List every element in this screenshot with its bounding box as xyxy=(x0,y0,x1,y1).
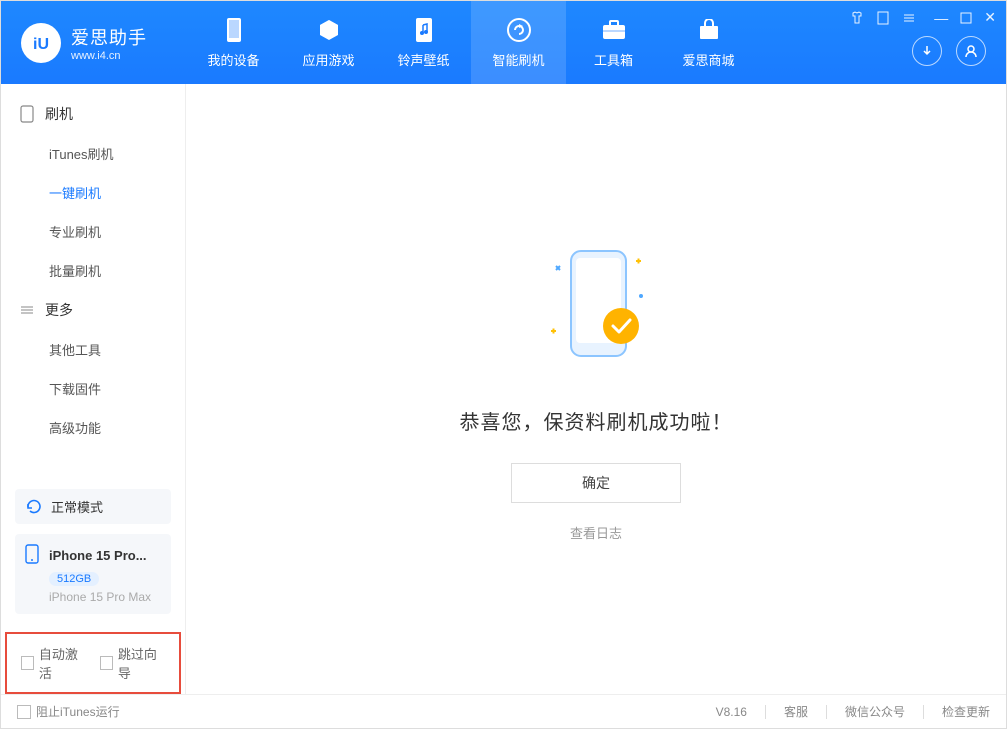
nav-label: 工具箱 xyxy=(594,50,633,69)
more-icon xyxy=(19,302,35,318)
minimize-icon[interactable]: — xyxy=(934,10,948,26)
window-controls: — ✕ xyxy=(850,9,996,26)
checkbox-block-itunes[interactable]: 阻止iTunes运行 xyxy=(17,703,120,720)
cb-label: 阻止iTunes运行 xyxy=(36,703,120,720)
sidebar: 刷机 iTunes刷机 一键刷机 专业刷机 批量刷机 更多 其他工具 下载固件 … xyxy=(1,84,186,694)
download-button[interactable] xyxy=(912,36,942,66)
close-icon[interactable]: ✕ xyxy=(984,9,996,26)
nav-tab-apps[interactable]: 应用游戏 xyxy=(281,1,376,84)
device-block: 正常模式 iPhone 15 Pro... 512GB iPhone 15 Pr… xyxy=(1,479,185,624)
svg-text:iU: iU xyxy=(33,36,49,53)
phone-icon xyxy=(25,544,41,566)
device-card[interactable]: iPhone 15 Pro... 512GB iPhone 15 Pro Max xyxy=(15,534,171,614)
cb-label: 自动激活 xyxy=(39,644,86,682)
header-actions xyxy=(912,36,986,66)
app-header: iU 爱思助手 www.i4.cn 我的设备 应用游戏 铃声壁纸 智能刷机 工具… xyxy=(1,1,1006,84)
flash-options-row: 自动激活 跳过向导 xyxy=(5,632,181,694)
nav-label: 我的设备 xyxy=(207,50,259,69)
music-icon xyxy=(410,16,438,44)
refresh-shield-icon xyxy=(505,16,533,44)
cube-icon xyxy=(315,16,343,44)
storage-badge: 512GB xyxy=(49,572,99,586)
cb-label: 跳过向导 xyxy=(118,644,165,682)
device-name: iPhone 15 Pro... xyxy=(49,548,147,563)
version-label: V8.16 xyxy=(716,705,747,719)
sidebar-item-advanced[interactable]: 高级功能 xyxy=(1,408,185,447)
group-label: 刷机 xyxy=(45,104,73,124)
success-illustration xyxy=(526,236,666,376)
divider xyxy=(826,705,827,719)
sidebar-group-more: 更多 xyxy=(1,290,185,330)
divider xyxy=(765,705,766,719)
menu-icon[interactable] xyxy=(902,11,916,25)
app-title: 爱思助手 xyxy=(71,24,147,50)
user-button[interactable] xyxy=(956,36,986,66)
checkbox-auto-activate[interactable]: 自动激活 xyxy=(21,644,86,682)
main-content: 恭喜您，保资料刷机成功啦！ 确定 查看日志 xyxy=(186,84,1006,694)
nav-label: 铃声壁纸 xyxy=(397,50,449,69)
nav-tab-device[interactable]: 我的设备 xyxy=(186,1,281,84)
success-message: 恭喜您，保资料刷机成功啦！ xyxy=(460,406,733,435)
nav-tab-toolbox[interactable]: 工具箱 xyxy=(566,1,661,84)
device-full-name: iPhone 15 Pro Max xyxy=(49,590,161,604)
checkbox-skip-guide[interactable]: 跳过向导 xyxy=(100,644,165,682)
sidebar-item-pro-flash[interactable]: 专业刷机 xyxy=(1,212,185,251)
footer-update-link[interactable]: 检查更新 xyxy=(942,703,990,720)
footer: 阻止iTunes运行 V8.16 客服 微信公众号 检查更新 xyxy=(1,694,1006,728)
sidebar-item-itunes-flash[interactable]: iTunes刷机 xyxy=(1,134,185,173)
checkbox-icon xyxy=(100,656,113,670)
shop-icon xyxy=(695,16,723,44)
nav-tab-ringtones[interactable]: 铃声壁纸 xyxy=(376,1,471,84)
sidebar-item-oneclick-flash[interactable]: 一键刷机 xyxy=(1,173,185,212)
nav-tab-flash[interactable]: 智能刷机 xyxy=(471,1,566,84)
device-icon xyxy=(19,106,35,122)
ok-button[interactable]: 确定 xyxy=(511,463,681,503)
phone-icon xyxy=(220,16,248,44)
app-logo-icon: iU xyxy=(21,23,61,63)
nav-label: 应用游戏 xyxy=(302,50,354,69)
checkbox-icon xyxy=(21,656,34,670)
nav-label: 爱思商城 xyxy=(682,50,734,69)
feedback-icon[interactable] xyxy=(876,11,890,25)
app-url: www.i4.cn xyxy=(71,50,147,62)
sidebar-group-flash: 刷机 xyxy=(1,94,185,134)
footer-wechat-link[interactable]: 微信公众号 xyxy=(845,703,905,720)
sidebar-item-batch-flash[interactable]: 批量刷机 xyxy=(1,251,185,290)
footer-support-link[interactable]: 客服 xyxy=(784,703,808,720)
view-log-link[interactable]: 查看日志 xyxy=(570,523,622,542)
skin-icon[interactable] xyxy=(850,11,864,25)
nav-tab-store[interactable]: 爱思商城 xyxy=(661,1,756,84)
device-mode-row[interactable]: 正常模式 xyxy=(15,489,171,524)
refresh-icon xyxy=(25,498,43,516)
logo-area: iU 爱思助手 www.i4.cn xyxy=(1,23,186,63)
group-label: 更多 xyxy=(45,300,73,320)
checkbox-icon xyxy=(17,705,31,719)
maximize-icon[interactable] xyxy=(960,12,972,24)
toolbox-icon xyxy=(600,16,628,44)
nav-label: 智能刷机 xyxy=(492,50,544,69)
mode-label: 正常模式 xyxy=(51,497,103,516)
sidebar-item-other-tools[interactable]: 其他工具 xyxy=(1,330,185,369)
sidebar-item-download-firmware[interactable]: 下载固件 xyxy=(1,369,185,408)
divider xyxy=(923,705,924,719)
